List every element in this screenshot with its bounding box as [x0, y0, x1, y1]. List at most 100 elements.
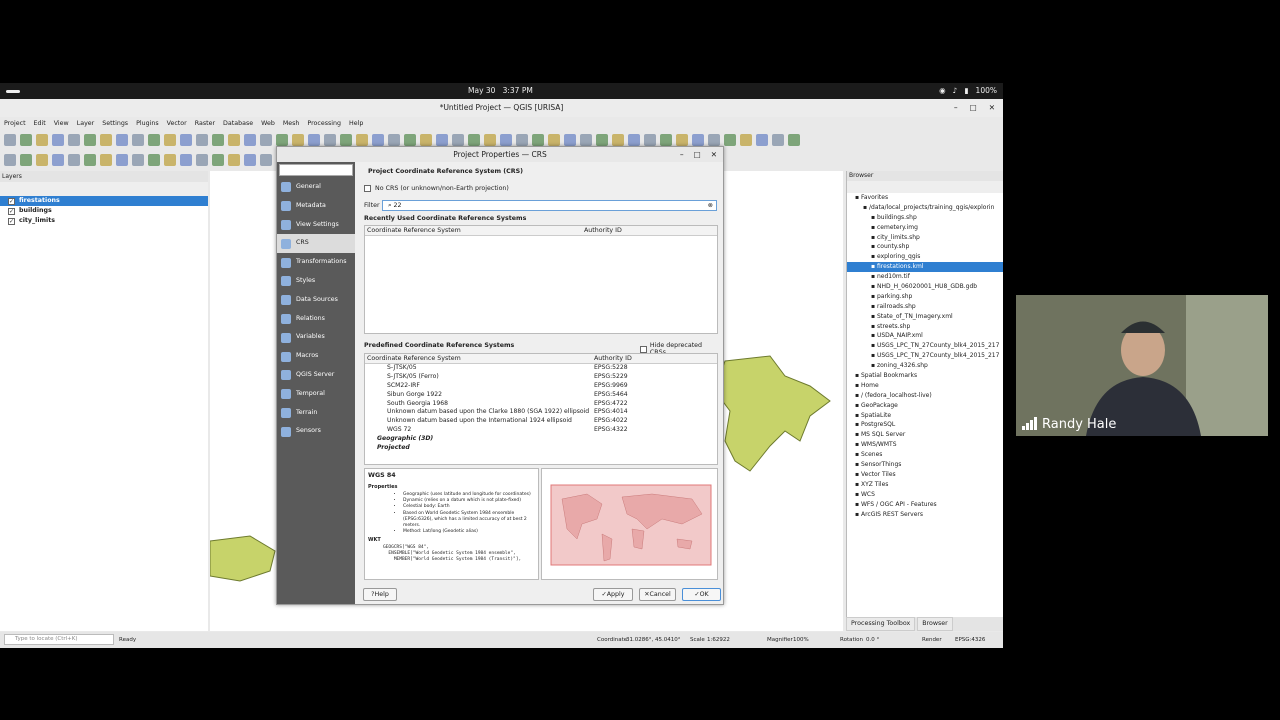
filter-input[interactable]: ⌕ 22 ⊗ [382, 200, 717, 211]
recent-col-auth[interactable]: Authority ID [584, 226, 622, 236]
browser-item[interactable]: ▪ Scenes [847, 450, 1003, 460]
sidebar-item-terrain[interactable]: Terrain [277, 404, 355, 423]
close-icon[interactable]: ✕ [989, 99, 995, 117]
crs-row[interactable]: Unknown datum based upon the Internation… [365, 417, 717, 426]
tool-icon[interactable] [180, 154, 192, 166]
tool-icon[interactable] [436, 134, 448, 146]
tool-icon[interactable] [452, 134, 464, 146]
tool-icon[interactable] [100, 154, 112, 166]
crs-row[interactable]: Unknown datum based upon the Clarke 1880… [365, 408, 717, 417]
tool-icon[interactable] [292, 134, 304, 146]
browser-item[interactable]: ▪ exploring_qgis [847, 252, 1003, 262]
sidebar-item-macros[interactable]: Macros [277, 347, 355, 366]
tool-icon[interactable] [36, 154, 48, 166]
crs-row[interactable]: SCM22-IRF EPSG:9969 [365, 382, 717, 391]
browser-item[interactable]: ▪ ArcGIS REST Servers [847, 510, 1003, 520]
browser-item[interactable]: ▪ city_limits.shp [847, 233, 1003, 243]
dialog-close-icon[interactable]: ✕ [711, 147, 717, 162]
magnifier-value[interactable]: 100% [793, 632, 809, 648]
render-toggle[interactable]: Render [922, 632, 942, 648]
menu-settings[interactable]: Settings [102, 118, 128, 130]
sidebar-item-variables[interactable]: Variables [277, 328, 355, 347]
browser-item[interactable]: ▪ cemetery.img [847, 223, 1003, 233]
crs-row[interactable]: South Georgia 1968 EPSG:4722 [365, 400, 717, 409]
sidebar-item-crs[interactable]: CRS [277, 234, 355, 254]
browser-item[interactable]: ▪ GeoPackage [847, 401, 1003, 411]
sidebar-item-data-sources[interactable]: Data Sources [277, 291, 355, 310]
tool-icon[interactable] [244, 154, 256, 166]
browser-item[interactable]: ▪ buildings.shp [847, 213, 1003, 223]
tool-icon[interactable] [228, 134, 240, 146]
menu-plugins[interactable]: Plugins [136, 118, 159, 130]
browser-item[interactable]: ▪ Vector Tiles [847, 470, 1003, 480]
tool-icon[interactable] [308, 134, 320, 146]
menu-help[interactable]: Help [349, 118, 363, 130]
system-tray[interactable]: ◉ ♪ ▮ 100% [939, 86, 997, 95]
sidebar-item-general[interactable]: General [277, 178, 355, 197]
tool-icon[interactable] [420, 134, 432, 146]
tool-icon[interactable] [36, 134, 48, 146]
tool-icon[interactable] [580, 134, 592, 146]
predefined-col-auth[interactable]: Authority ID [594, 354, 632, 364]
locate-input[interactable]: Type to locate (Ctrl+K) [4, 634, 114, 645]
sidebar-item-transformations[interactable]: Transformations [277, 253, 355, 272]
recent-col-crs[interactable]: Coordinate Reference System [367, 226, 461, 236]
crs-row[interactable]: Sibun Gorge 1922 EPSG:5464 [365, 391, 717, 400]
tool-icon[interactable] [372, 134, 384, 146]
tool-icon[interactable] [20, 134, 32, 146]
tool-icon[interactable] [180, 134, 192, 146]
minimize-icon[interactable]: – [954, 99, 958, 117]
browser-item[interactable]: ▪ NHD_H_06020001_HU8_GDB.gdb [847, 282, 1003, 292]
browser-item[interactable]: ▪ USGS_LPC_TN_27County_blk4_2015_217 [847, 341, 1003, 351]
sidebar-item-relations[interactable]: Relations [277, 310, 355, 329]
tool-icon[interactable] [740, 134, 752, 146]
tool-icon[interactable] [164, 154, 176, 166]
predefined-col-crs[interactable]: Coordinate Reference System [367, 354, 461, 364]
browser-item[interactable]: ▪ PostgreSQL [847, 420, 1003, 430]
menu-mesh[interactable]: Mesh [283, 118, 300, 130]
tool-icon[interactable] [692, 134, 704, 146]
coordinate-value[interactable]: 31.0286°, 45.0410° [626, 632, 680, 648]
tool-icon[interactable] [212, 134, 224, 146]
tool-icon[interactable] [132, 154, 144, 166]
tool-icon[interactable] [20, 154, 32, 166]
layer-item[interactable]: ✓ city_limits [0, 216, 208, 226]
tool-icon[interactable] [788, 134, 800, 146]
layer-checkbox[interactable]: ✓ [8, 217, 15, 225]
maximize-icon[interactable]: □ [970, 99, 977, 117]
tool-icon[interactable] [84, 154, 96, 166]
browser-item[interactable]: ▪ firestations.kml [847, 262, 1003, 273]
tool-icon[interactable] [772, 134, 784, 146]
scale-value[interactable]: 1:62922 [707, 632, 730, 648]
tool-icon[interactable] [116, 134, 128, 146]
tool-icon[interactable] [260, 154, 272, 166]
tool-icon[interactable] [484, 134, 496, 146]
browser-item[interactable]: ▪ SpatiaLite [847, 411, 1003, 421]
tool-icon[interactable] [516, 134, 528, 146]
tool-icon[interactable] [644, 134, 656, 146]
tool-icon[interactable] [676, 134, 688, 146]
tool-icon[interactable] [228, 154, 240, 166]
tool-icon[interactable] [596, 134, 608, 146]
sidebar-item-view-settings[interactable]: View Settings [277, 216, 355, 235]
tool-icon[interactable] [4, 154, 16, 166]
activities-icon[interactable] [6, 90, 20, 93]
tool-icon[interactable] [148, 154, 160, 166]
tool-icon[interactable] [612, 134, 624, 146]
tool-icon[interactable] [660, 134, 672, 146]
tool-icon[interactable] [212, 154, 224, 166]
menu-vector[interactable]: Vector [167, 118, 187, 130]
browser-item[interactable]: ▪ Favorites [847, 193, 1003, 203]
layer-item[interactable]: ✓ firestations [0, 196, 208, 206]
crs-row[interactable]: S-JTSK/05 EPSG:5228 [365, 364, 717, 373]
menu-project[interactable]: Project [4, 118, 26, 130]
browser-item[interactable]: ▪ Spatial Bookmarks [847, 371, 1003, 381]
tool-icon[interactable] [708, 134, 720, 146]
tool-icon[interactable] [548, 134, 560, 146]
tool-icon[interactable] [164, 134, 176, 146]
rotation-value[interactable]: 0.0 ° [866, 632, 879, 648]
tool-icon[interactable] [628, 134, 640, 146]
browser-item[interactable]: ▪ WCS [847, 490, 1003, 500]
tool-icon[interactable] [756, 134, 768, 146]
tool-icon[interactable] [68, 154, 80, 166]
